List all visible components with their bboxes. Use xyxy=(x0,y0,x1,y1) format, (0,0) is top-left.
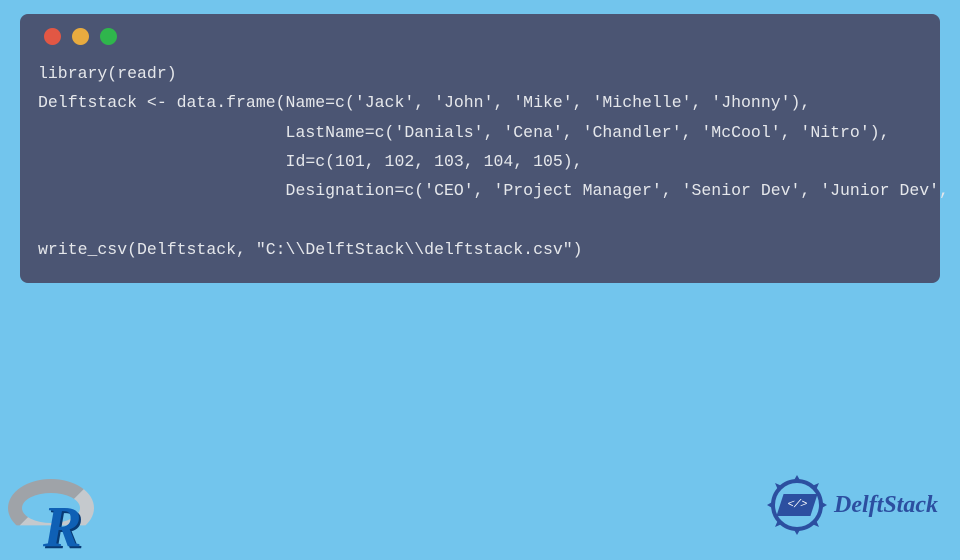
code-panel: library(readr) Delftstack <- data.frame(… xyxy=(20,14,940,283)
code-line: write_csv(Delftstack, "C:\\DelftStack\\d… xyxy=(38,240,583,259)
minimize-dot-icon xyxy=(72,28,89,45)
code-line: Designation=c('CEO', 'Project Manager', … xyxy=(38,181,960,200)
badge-code-icon: </> xyxy=(776,494,817,516)
code-line: LastName=c('Danials', 'Cena', 'Chandler'… xyxy=(38,123,890,142)
code-block: library(readr) Delftstack <- data.frame(… xyxy=(38,59,922,265)
delftstack-badge-icon: </> xyxy=(766,474,828,536)
code-line: library(readr) xyxy=(38,64,177,83)
delftstack-wordmark: DelftStack xyxy=(834,492,938,519)
window-dots xyxy=(44,28,922,45)
close-dot-icon xyxy=(44,28,61,45)
r-language-logo-icon: R xyxy=(0,469,110,554)
maximize-dot-icon xyxy=(100,28,117,45)
r-letter-icon: R xyxy=(43,493,82,560)
delftstack-logo: </> DelftStack xyxy=(766,474,938,536)
code-line: Delftstack <- data.frame(Name=c('Jack', … xyxy=(38,93,810,112)
code-line: Id=c(101, 102, 103, 104, 105), xyxy=(38,152,583,171)
